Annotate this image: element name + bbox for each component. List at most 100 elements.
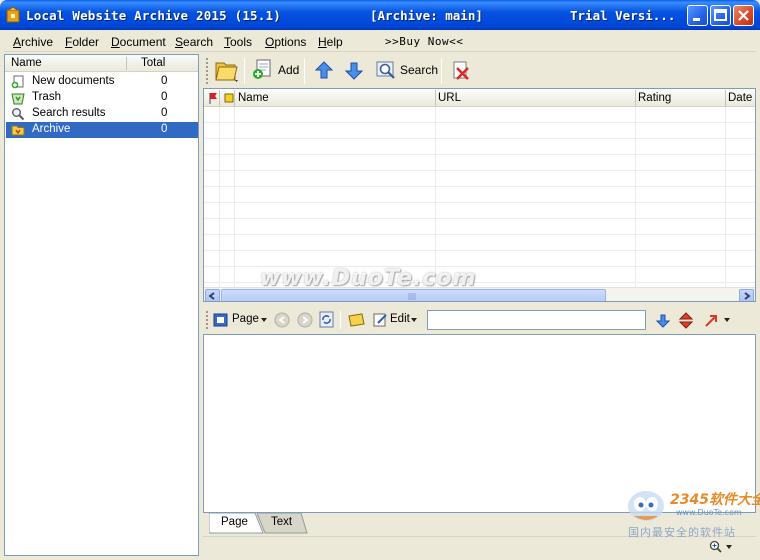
add-document-icon: [253, 59, 271, 79]
column-divider[interactable]: [234, 90, 235, 106]
toolbar-grip[interactable]: [206, 311, 208, 329]
chevron-left-icon: [208, 292, 215, 300]
document-list-header: Name URL Rating Date: [204, 89, 755, 107]
close-icon: [738, 10, 749, 21]
column-divider[interactable]: [126, 57, 127, 70]
folder-label: New documents: [32, 75, 115, 87]
add-button[interactable]: Add: [251, 58, 301, 84]
refresh-icon[interactable]: [319, 311, 335, 329]
new-documents-icon: [11, 75, 24, 89]
search-button[interactable]: Search: [375, 58, 438, 84]
toolbar-separator: [340, 311, 341, 329]
minimize-button[interactable]: [687, 5, 708, 26]
search-results-icon: [12, 108, 25, 121]
column-divider[interactable]: [725, 90, 726, 106]
menu-search[interactable]: Search: [175, 35, 213, 49]
flag-icon[interactable]: [208, 92, 218, 104]
column-header-rating[interactable]: Rating: [638, 92, 671, 104]
column-header-url[interactable]: URL: [438, 92, 461, 104]
grid-column-line: [725, 107, 726, 289]
url-input[interactable]: [427, 310, 646, 330]
column-divider[interactable]: [635, 90, 636, 106]
tab-label: Page: [221, 516, 248, 528]
open-external-icon[interactable]: [703, 313, 719, 329]
column-divider[interactable]: [435, 90, 436, 106]
menu-options[interactable]: Options: [265, 35, 306, 49]
edit-icon: [373, 313, 387, 327]
close-button[interactable]: [733, 5, 754, 26]
download-arrow-icon[interactable]: [655, 313, 671, 329]
scroll-right-button[interactable]: [739, 289, 754, 301]
forward-icon[interactable]: [296, 312, 314, 330]
search-icon: [376, 61, 395, 79]
dropdown-arrow-icon[interactable]: [726, 545, 733, 550]
folder-item-trash[interactable]: Trash 0: [6, 90, 198, 106]
grid-column-line: [219, 107, 220, 289]
tab-page[interactable]: Page: [209, 513, 264, 534]
toolbar-grip[interactable]: [206, 58, 208, 84]
dropdown-arrow-icon: [261, 318, 267, 322]
buy-now-link[interactable]: >>Buy Now<<: [385, 35, 463, 48]
arrow-down-icon: [344, 62, 364, 80]
folder-count: 0: [161, 75, 168, 87]
column-header-date[interactable]: Date: [728, 92, 752, 104]
folder-panel: Name Total New documents 0 Trash 0 Searc…: [4, 54, 199, 556]
move-down-button[interactable]: [342, 58, 366, 84]
folder-count: 0: [161, 107, 168, 119]
menu-document[interactable]: Document: [111, 35, 166, 49]
grip-icon: [408, 293, 416, 300]
mascot-logo: [628, 491, 664, 521]
folder-count: 0: [161, 91, 168, 103]
dropdown-arrow-icon[interactable]: [724, 318, 731, 323]
move-up-button[interactable]: [312, 58, 336, 84]
title-bar: Local Website Archive 2015 (15.1) [Archi…: [0, 0, 760, 30]
scroll-left-button[interactable]: [205, 289, 220, 301]
archive-name-label: [Archive: main]: [370, 8, 483, 23]
logo-site: www.DuoTe.com: [676, 508, 742, 517]
expand-collapse-icon[interactable]: [678, 312, 694, 330]
maximize-button[interactable]: [710, 5, 731, 26]
folder-list-header: Name Total: [5, 55, 198, 72]
toolbar-separator: [244, 58, 245, 84]
app-icon: [6, 7, 20, 23]
back-icon[interactable]: [273, 312, 291, 330]
menu-archive[interactable]: Archive: [13, 35, 53, 49]
menu-folder[interactable]: Folder: [65, 35, 99, 49]
delete-button[interactable]: [449, 58, 473, 84]
status-icon[interactable]: [224, 93, 234, 103]
menu-tools[interactable]: Tools: [224, 35, 252, 49]
main-toolbar: Add Search: [203, 54, 756, 88]
folder-label: Archive: [32, 123, 71, 135]
logo-slogan: 国内最安全的软件站: [628, 526, 736, 539]
folder-count: 0: [161, 123, 168, 135]
dropdown-arrow-icon: [411, 318, 417, 322]
zoom-icon[interactable]: [709, 540, 723, 554]
page-view-label: Page: [232, 313, 259, 325]
column-header-name[interactable]: Name: [11, 57, 42, 69]
tab-text[interactable]: Text: [257, 513, 309, 534]
folder-item-new-documents[interactable]: New documents 0: [6, 74, 198, 90]
folder-dropdown-button[interactable]: [213, 58, 241, 84]
menu-help[interactable]: Help: [318, 35, 343, 49]
delete-icon: [453, 61, 469, 80]
archive-folder-icon: [11, 125, 25, 136]
logo-brand: 2345软件大全: [670, 492, 760, 508]
menu-bar: Archive Folder Document Search Tools Opt…: [4, 30, 756, 52]
trial-label: Trial Versi...: [570, 8, 676, 23]
folder-item-archive[interactable]: Archive 0: [6, 122, 198, 138]
toolbar-separator: [304, 58, 305, 84]
site-watermark: www.DuoTe.com: [260, 266, 477, 291]
viewer-toolbar: Page Edit: [203, 306, 756, 334]
column-divider[interactable]: [219, 90, 220, 106]
folder-item-search-results[interactable]: Search results 0: [6, 106, 198, 122]
edit-dropdown[interactable]: Edit: [373, 311, 418, 329]
download-site-logo: 2345软件大全 www.DuoTe.com 国内最安全的软件站: [622, 484, 760, 540]
note-icon[interactable]: [348, 313, 366, 327]
page-view-dropdown[interactable]: Page: [213, 311, 269, 329]
minimize-icon: [693, 18, 700, 21]
column-header-total[interactable]: Total: [141, 57, 165, 69]
document-rows: [204, 107, 755, 287]
maximize-icon: [714, 9, 727, 21]
column-header-name[interactable]: Name: [238, 92, 269, 104]
folder-label: Search results: [32, 107, 106, 119]
